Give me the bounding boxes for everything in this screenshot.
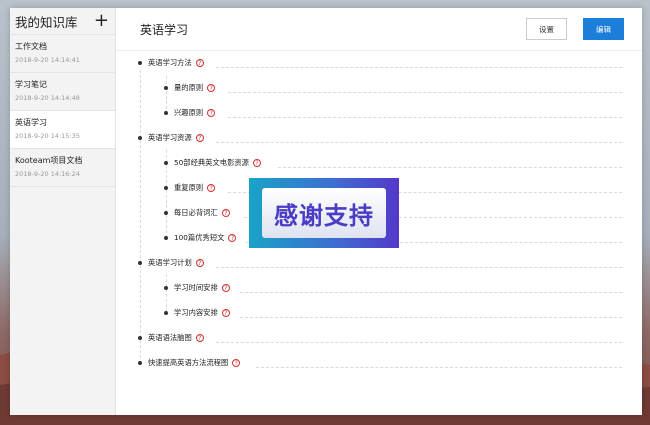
node-label: 英语学习方法 <box>148 58 192 67</box>
tree-node-plan[interactable]: 英语学习计划? <box>138 258 204 268</box>
doc-title: 学习笔记 <box>15 80 47 89</box>
tree-node-grammar[interactable]: 英语语法脑图? <box>138 333 204 343</box>
node-label: 每日必背词汇 <box>174 208 218 217</box>
sidebar: 我的知识库 + 工作文档 2018-9-20 14:14:41 学习笔记 201… <box>10 8 116 415</box>
bullet-icon <box>164 161 168 165</box>
divider <box>240 292 622 293</box>
node-label: 学习内容安排 <box>174 308 218 317</box>
help-icon[interactable]: ? <box>228 234 237 242</box>
help-icon[interactable]: ? <box>221 209 230 217</box>
doc-item-work[interactable]: 工作文档 2018-9-20 14:14:41 <box>10 34 115 72</box>
bullet-icon <box>164 211 168 215</box>
bullet-icon <box>164 111 168 115</box>
bullet-icon <box>138 61 142 65</box>
tree-connector <box>166 274 167 312</box>
tree-node-quantity[interactable]: 量的原则? <box>164 83 216 93</box>
doc-item-english[interactable]: 英语学习 2018-9-20 14:15:35 <box>10 110 115 148</box>
help-icon[interactable]: ? <box>221 309 230 317</box>
thanks-banner: 感谢支持 <box>249 178 399 248</box>
node-label: 英语学习资源 <box>148 133 192 142</box>
bullet-icon <box>164 236 168 240</box>
node-label: 学习时间安排 <box>174 283 218 292</box>
doc-time: 2018-9-20 14:16:24 <box>15 170 80 178</box>
bullet-icon <box>138 136 142 140</box>
node-label: 英语学习计划 <box>148 258 192 267</box>
node-label: 快速提高英语方法流程图 <box>148 358 229 367</box>
doc-title: 工作文档 <box>15 42 47 51</box>
node-label: 重复原则 <box>174 183 204 192</box>
tree-node-content[interactable]: 学习内容安排? <box>164 308 230 318</box>
thanks-text: 感谢支持 <box>274 201 374 230</box>
doc-item-kooteam[interactable]: Kooteam项目文档 2018-9-20 14:16:24 <box>10 148 115 187</box>
add-doc-button[interactable]: + <box>94 12 109 30</box>
tree-node-vocabulary[interactable]: 每日必背词汇? <box>164 208 230 218</box>
doc-title: 英语学习 <box>15 118 47 127</box>
node-label: 英语语法脑图 <box>148 333 192 342</box>
divider <box>240 317 622 318</box>
help-icon[interactable]: ? <box>207 184 216 192</box>
tree-node-repetition[interactable]: 重复原则? <box>164 183 216 193</box>
help-icon[interactable]: ? <box>232 359 241 367</box>
doc-item-notes[interactable]: 学习笔记 2018-9-20 14:14:48 <box>10 72 115 110</box>
bullet-icon <box>164 286 168 290</box>
tree-node-interest[interactable]: 兴趣原则? <box>164 108 216 118</box>
tree-node-movies[interactable]: 50部经典英文电影资源? <box>164 158 261 168</box>
divider <box>216 342 622 343</box>
node-label: 100篇优秀短文 <box>174 233 225 242</box>
tree-node-resources[interactable]: 英语学习资源? <box>138 133 204 143</box>
help-icon[interactable]: ? <box>207 109 216 117</box>
node-label: 兴趣原则 <box>174 108 204 117</box>
help-icon[interactable]: ? <box>195 259 204 267</box>
bullet-icon <box>138 361 142 365</box>
doc-time: 2018-9-20 14:15:35 <box>15 132 80 140</box>
doc-title: Kooteam项目文档 <box>15 156 83 165</box>
help-icon[interactable]: ? <box>221 284 230 292</box>
doc-time: 2018-9-20 14:14:48 <box>15 94 80 102</box>
divider <box>228 92 622 93</box>
node-label: 50部经典英文电影资源 <box>174 158 249 167</box>
node-label: 量的原则 <box>174 83 204 92</box>
tree-node-flowchart[interactable]: 快速提高英语方法流程图? <box>138 358 241 368</box>
bullet-icon <box>164 311 168 315</box>
thanks-banner-card: 感谢支持 <box>262 188 386 238</box>
divider <box>256 367 622 368</box>
doc-time: 2018-9-20 14:14:41 <box>15 56 80 64</box>
tree-node-essays[interactable]: 100篇优秀短文? <box>164 233 237 243</box>
divider <box>228 117 622 118</box>
divider <box>278 167 622 168</box>
tree-connector <box>140 70 141 358</box>
help-icon[interactable]: ? <box>195 134 204 142</box>
bullet-icon <box>164 86 168 90</box>
divider <box>216 67 622 68</box>
divider <box>216 267 622 268</box>
sidebar-title: 我的知识库 <box>15 14 78 30</box>
help-icon[interactable]: ? <box>195 334 204 342</box>
bullet-icon <box>138 261 142 265</box>
bullet-icon <box>138 336 142 340</box>
help-icon[interactable]: ? <box>207 84 216 92</box>
tree-node-methods[interactable]: 英语学习方法? <box>138 58 204 68</box>
bullet-icon <box>164 186 168 190</box>
help-icon[interactable]: ? <box>195 59 204 67</box>
help-icon[interactable]: ? <box>252 159 261 167</box>
sidebar-header: 我的知识库 + <box>10 8 115 34</box>
divider <box>216 142 622 143</box>
tree-node-schedule[interactable]: 学习时间安排? <box>164 283 230 293</box>
